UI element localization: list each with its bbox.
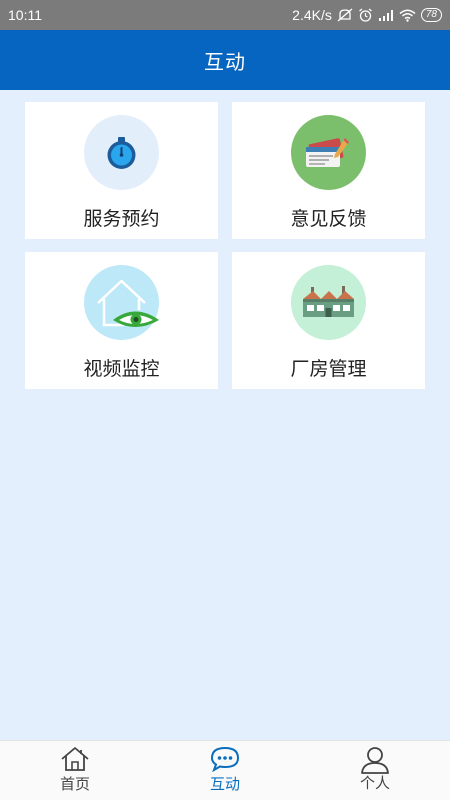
feature-grid: 服务预约 意见反馈 视频监控 厂房管理 — [25, 102, 425, 389]
feedback-cards-icon — [291, 115, 366, 190]
bottom-tab-bar: 首页 互动 个人 — [0, 740, 450, 800]
tab-profile[interactable]: 个人 — [300, 741, 450, 800]
signal-icon — [378, 9, 394, 21]
home-icon — [61, 747, 89, 771]
battery-icon: 78 — [420, 8, 442, 22]
tab-label: 互动 — [209, 775, 240, 793]
tile-feedback[interactable]: 意见反馈 — [232, 102, 425, 239]
tab-label: 个人 — [359, 774, 390, 792]
wifi-icon — [399, 9, 416, 22]
alarm-icon — [358, 8, 373, 22]
factory-icon — [291, 265, 366, 340]
chat-bubble-icon — [210, 746, 240, 772]
status-time: 10:11 — [8, 7, 42, 23]
status-bar: 10:11 2.4K/s 78 — [0, 0, 450, 30]
stopwatch-icon — [84, 115, 159, 190]
tile-factory-management[interactable]: 厂房管理 — [232, 252, 425, 389]
network-speed: 2.4K/s — [292, 7, 332, 23]
status-icons: 2.4K/s 78 — [292, 7, 442, 23]
tile-video-monitoring[interactable]: 视频监控 — [25, 252, 218, 389]
tab-home[interactable]: 首页 — [0, 741, 150, 800]
tab-interact[interactable]: 互动 — [150, 741, 300, 800]
house-eye-icon — [84, 265, 159, 340]
tile-label: 视频监控 — [83, 358, 160, 380]
person-icon — [361, 747, 389, 774]
app-header: 互动 — [0, 30, 450, 90]
mute-icon — [337, 8, 353, 22]
tile-label: 厂房管理 — [290, 358, 367, 380]
tab-label: 首页 — [59, 775, 90, 793]
page-title: 互动 — [204, 49, 246, 74]
tile-label: 意见反馈 — [290, 208, 367, 230]
tile-label: 服务预约 — [83, 208, 160, 230]
tile-service-booking[interactable]: 服务预约 — [25, 102, 218, 239]
